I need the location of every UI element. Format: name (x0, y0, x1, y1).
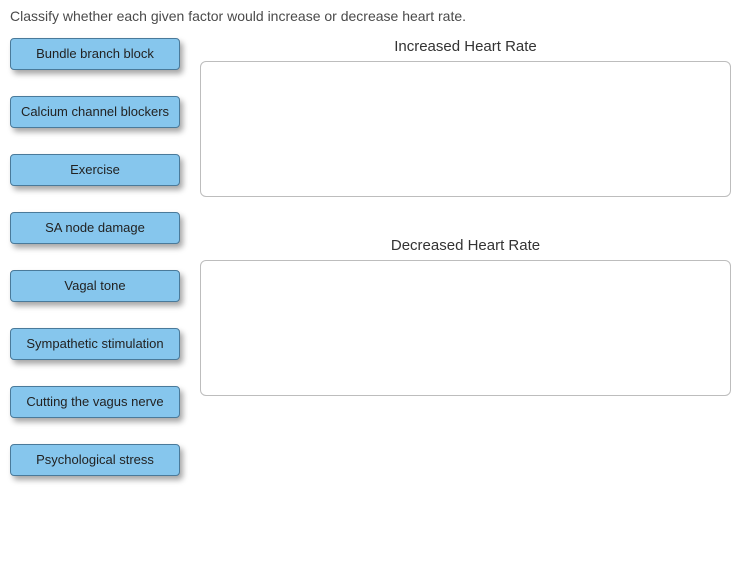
increased-section: Increased Heart Rate (200, 38, 731, 197)
factor-psychological-stress[interactable]: Psychological stress (10, 444, 180, 476)
decreased-title: Decreased Heart Rate (200, 237, 731, 254)
increased-drop-zone[interactable] (200, 61, 731, 197)
factor-calcium-channel-blockers[interactable]: Calcium channel blockers (10, 96, 180, 128)
increased-title: Increased Heart Rate (200, 38, 731, 55)
factor-sa-node-damage[interactable]: SA node damage (10, 212, 180, 244)
decreased-drop-zone[interactable] (200, 260, 731, 396)
instruction-text: Classify whether each given factor would… (10, 8, 731, 24)
factor-bundle-branch-block[interactable]: Bundle branch block (10, 38, 180, 70)
content-area: Bundle branch block Calcium channel bloc… (10, 38, 731, 476)
factor-sympathetic-stimulation[interactable]: Sympathetic stimulation (10, 328, 180, 360)
drop-column: Increased Heart Rate Decreased Heart Rat… (200, 38, 731, 476)
factors-column: Bundle branch block Calcium channel bloc… (10, 38, 180, 476)
factor-exercise[interactable]: Exercise (10, 154, 180, 186)
decreased-section: Decreased Heart Rate (200, 237, 731, 396)
factor-vagal-tone[interactable]: Vagal tone (10, 270, 180, 302)
factor-cutting-vagus-nerve[interactable]: Cutting the vagus nerve (10, 386, 180, 418)
